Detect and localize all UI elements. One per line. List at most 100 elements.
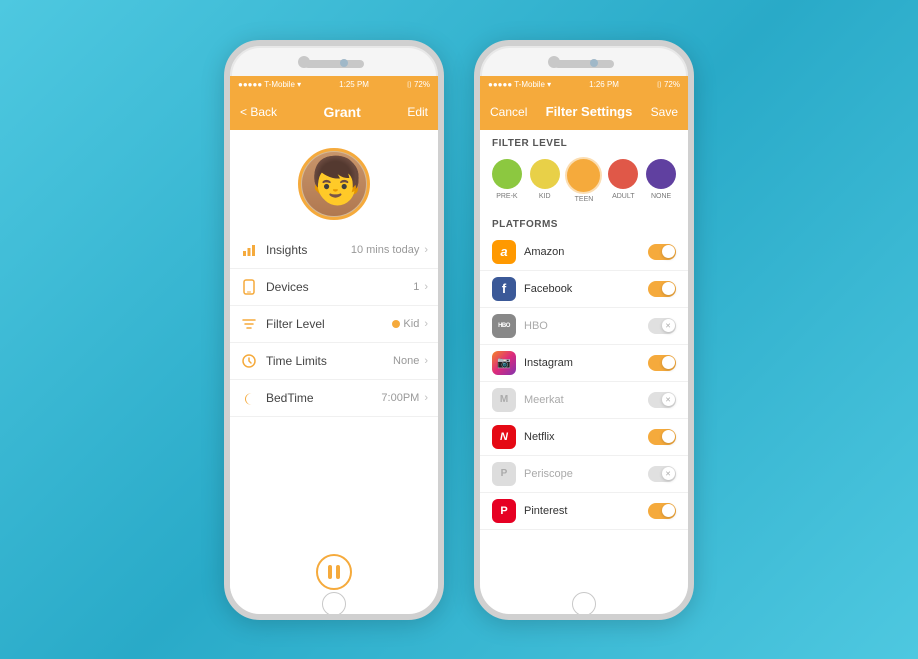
periscope-icon: P (492, 462, 516, 486)
amazon-icon: a (492, 240, 516, 264)
filter-nav-bar: Cancel Filter Settings Save (480, 94, 688, 130)
meerkat-toggle[interactable]: ✕ (648, 392, 676, 408)
avatar: 👦 (302, 152, 366, 216)
menu-value-timelimits: None › (393, 355, 428, 367)
menu-value-insights: 10 mins today › (351, 244, 428, 256)
netflix-label: Netflix (524, 431, 640, 443)
amazon-toggle[interactable] (648, 244, 676, 260)
time-left: 1:25 PM (339, 80, 369, 89)
left-nav-bar: < Back Grant Edit (230, 94, 438, 130)
kid-label: KID (539, 193, 551, 200)
menu-label-timelimits: Time Limits (266, 354, 385, 368)
pause-bar-right (336, 565, 340, 579)
avatar-ring: 👦 (298, 148, 370, 220)
menu-value-bedtime: 7:00PM › (381, 392, 428, 404)
periscope-label: Periscope (524, 468, 640, 480)
netflix-icon: N (492, 425, 516, 449)
list-item[interactable]: P Periscope ✕ (480, 456, 688, 493)
teen-label: TEEN (575, 196, 594, 203)
hbo-icon: HBO (492, 314, 516, 338)
list-item[interactable]: Filter Level Kid › (230, 306, 438, 343)
level-item-teen[interactable]: TEEN (567, 159, 600, 203)
right-phone: ●●●●● T-Mobile ▾ 1:26 PM ⌷ 72% Cancel Fi… (474, 40, 694, 620)
platforms-list: a Amazon f Facebook HBO HBO ✕ (480, 234, 688, 530)
level-item-kid[interactable]: KID (530, 159, 560, 203)
list-item[interactable]: M Meerkat ✕ (480, 382, 688, 419)
pinterest-icon: P (492, 499, 516, 523)
moon-icon (240, 389, 258, 407)
chevron-icon: › (424, 281, 428, 293)
meerkat-label: Meerkat (524, 394, 640, 406)
list-item[interactable]: a Amazon (480, 234, 688, 271)
clock-icon (240, 352, 258, 370)
list-item[interactable]: HBO HBO ✕ (480, 308, 688, 345)
list-item[interactable]: P Pinterest (480, 493, 688, 530)
prek-circle (492, 159, 522, 189)
facebook-icon: f (492, 277, 516, 301)
chevron-icon: › (424, 318, 428, 330)
filter-level-header: FILTER LEVEL (480, 130, 688, 153)
left-phone: ●●●●● T-Mobile ▾ 1:25 PM ⌷ 72% < Back Gr… (224, 40, 444, 620)
pinterest-label: Pinterest (524, 505, 640, 517)
home-button[interactable] (322, 592, 346, 616)
filter-levels: PRE-K KID TEEN ADULT (480, 153, 688, 211)
phone-camera (340, 59, 348, 67)
amazon-label: Amazon (524, 246, 640, 258)
facebook-toggle[interactable] (648, 281, 676, 297)
hbo-toggle[interactable]: ✕ (648, 318, 676, 334)
teen-circle (567, 159, 600, 192)
save-button[interactable]: Save (651, 105, 678, 119)
instagram-toggle[interactable] (648, 355, 676, 371)
level-item-prek[interactable]: PRE-K (492, 159, 522, 203)
carrier-right: ●●●●● T-Mobile ▾ (488, 80, 551, 89)
filter-settings-title: Filter Settings (546, 104, 633, 119)
chevron-icon: › (424, 244, 428, 256)
right-screen: FILTER LEVEL PRE-K KID TEEN (480, 130, 688, 594)
hbo-label: HBO (524, 320, 640, 332)
list-item[interactable]: f Facebook (480, 271, 688, 308)
menu-list: Insights 10 mins today › Devices 1 › (230, 232, 438, 550)
back-button[interactable]: < Back (240, 105, 277, 119)
home-indicator-right (480, 594, 688, 614)
menu-label-insights: Insights (266, 243, 343, 257)
list-item[interactable]: 📷 Instagram (480, 345, 688, 382)
netflix-toggle[interactable] (648, 429, 676, 445)
chevron-icon: › (424, 355, 428, 367)
battery-left: ⌷ 72% (407, 80, 430, 90)
home-button-right[interactable] (572, 592, 596, 616)
left-status-bar: ●●●●● T-Mobile ▾ 1:25 PM ⌷ 72% (230, 76, 438, 94)
chart-icon (240, 241, 258, 259)
pause-button[interactable] (316, 554, 352, 590)
filter-icon (240, 315, 258, 333)
menu-label-bedtime: BedTime (266, 391, 373, 405)
list-item[interactable]: Time Limits None › (230, 343, 438, 380)
periscope-toggle[interactable]: ✕ (648, 466, 676, 482)
none-circle (646, 159, 676, 189)
list-item[interactable]: BedTime 7:00PM › (230, 380, 438, 417)
carrier-left: ●●●●● T-Mobile ▾ (238, 80, 301, 89)
instagram-icon: 📷 (492, 351, 516, 375)
time-right: 1:26 PM (589, 80, 619, 89)
meerkat-icon: M (492, 388, 516, 412)
kid-circle (530, 159, 560, 189)
instagram-label: Instagram (524, 357, 640, 369)
level-item-adult[interactable]: ADULT (608, 159, 638, 203)
left-screen: 👦 Insights 10 mins today › (230, 130, 438, 594)
menu-value-devices: 1 › (413, 281, 428, 293)
list-item[interactable]: Insights 10 mins today › (230, 232, 438, 269)
edit-button[interactable]: Edit (407, 105, 428, 119)
battery-right: ⌷ 72% (657, 80, 680, 90)
avatar-section: 👦 (230, 130, 438, 232)
phone-camera-right (590, 59, 598, 67)
facebook-label: Facebook (524, 283, 640, 295)
right-status-bar: ●●●●● T-Mobile ▾ 1:26 PM ⌷ 72% (480, 76, 688, 94)
level-item-none[interactable]: NONE (646, 159, 676, 203)
cancel-button[interactable]: Cancel (490, 105, 527, 119)
prek-label: PRE-K (496, 193, 517, 200)
list-item[interactable]: Devices 1 › (230, 269, 438, 306)
pinterest-toggle[interactable] (648, 503, 676, 519)
list-item[interactable]: N Netflix (480, 419, 688, 456)
chevron-icon: › (424, 392, 428, 404)
filter-content: FILTER LEVEL PRE-K KID TEEN (480, 130, 688, 594)
filter-dot (392, 320, 400, 328)
